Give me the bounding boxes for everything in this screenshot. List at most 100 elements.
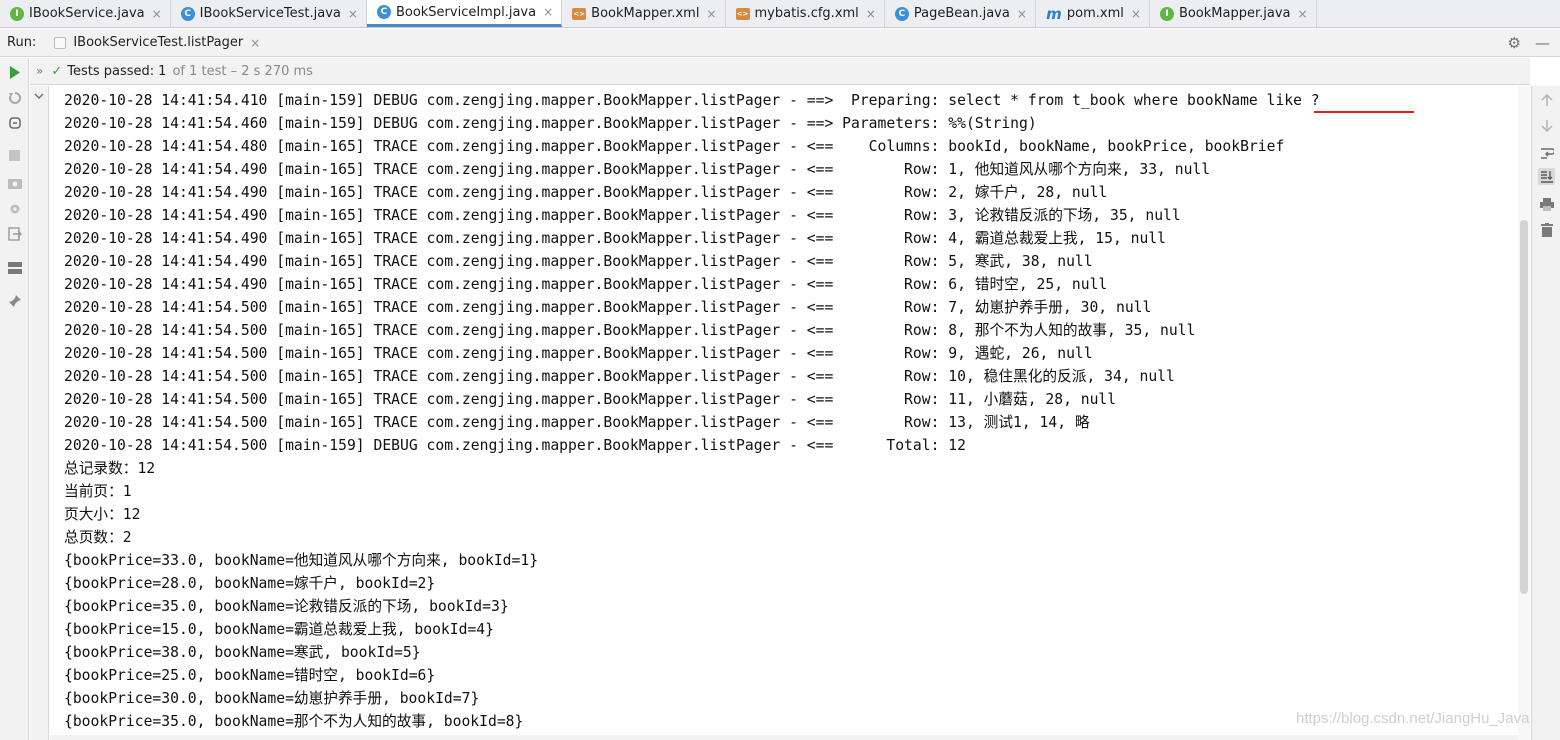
scroll-to-end-icon[interactable] (1538, 168, 1555, 185)
interface-icon: I (1159, 6, 1174, 21)
settings-icon[interactable] (6, 200, 23, 217)
console-line: 2020-10-28 14:41:54.500 [main-165] TRACE… (64, 345, 1093, 362)
console-line: {bookPrice=35.0, bookName=论救错反派的下场, book… (64, 598, 509, 615)
tab-bookserviceimpl[interactable]: C BookServiceImpl.java × (366, 0, 563, 27)
close-icon[interactable]: × (866, 7, 876, 21)
tab-label: mybatis.cfg.xml (754, 6, 859, 21)
close-icon[interactable]: × (706, 7, 716, 21)
run-left-toolbar (0, 58, 29, 740)
close-icon[interactable]: × (152, 7, 162, 21)
console-line: 2020-10-28 14:41:54.480 [main-165] TRACE… (64, 138, 1285, 155)
console-line: 2020-10-28 14:41:54.490 [main-165] TRACE… (64, 207, 1181, 224)
soft-wrap-icon[interactable] (1538, 144, 1555, 161)
console-output[interactable]: 2020-10-28 14:41:54.410 [main-159] DEBUG… (50, 86, 1530, 740)
run-label: Run: (7, 35, 37, 50)
tab-label: pom.xml (1066, 6, 1124, 21)
console-line: 2020-10-28 14:41:54.500 [main-159] DEBUG… (64, 437, 966, 454)
pin-icon[interactable] (6, 292, 23, 309)
tab-label: PageBean.java (913, 6, 1010, 21)
console-line: 2020-10-28 14:41:54.490 [main-165] TRACE… (64, 276, 1108, 293)
console-line: 2020-10-28 14:41:54.500 [main-165] TRACE… (64, 368, 1175, 385)
tab-pom[interactable]: m pom.xml × (1036, 0, 1150, 27)
class-icon: C (376, 5, 391, 19)
run-config-icon (54, 36, 67, 49)
tab-label: BookMapper.xml (591, 6, 700, 21)
rerun-failed-icon[interactable] (6, 89, 23, 106)
tab-bookmapper-xml[interactable]: <> BookMapper.xml × (562, 0, 726, 27)
check-icon: ✓ (51, 63, 63, 79)
console-line: {bookPrice=38.0, bookName=寒武, bookId=5} (64, 644, 421, 661)
tab-label: BookMapper.java (1178, 6, 1291, 21)
run-header-actions: ⚙ — (1508, 34, 1550, 52)
tab-pagebean[interactable]: C PageBean.java × (885, 0, 1036, 27)
chevron-down-icon[interactable] (34, 93, 44, 100)
maven-icon: m (1046, 4, 1062, 23)
console-line: {bookPrice=33.0, bookName=他知道风从哪个方向来, bo… (64, 552, 539, 569)
rerun-icon[interactable] (6, 64, 23, 81)
vertical-scrollbar-thumb[interactable] (1520, 220, 1528, 594)
down-arrow-icon[interactable] (1538, 117, 1555, 134)
tab-label: IBookService.java (29, 6, 145, 21)
gear-icon[interactable]: ⚙ (1508, 34, 1521, 52)
console-line: 页大小：12 (64, 506, 141, 523)
minimize-icon[interactable]: — (1535, 34, 1550, 52)
stop-icon[interactable] (6, 147, 23, 164)
console-line: {bookPrice=35.0, bookName=那个不为人知的故事, boo… (64, 713, 524, 730)
console-line: 2020-10-28 14:41:54.500 [main-165] TRACE… (64, 391, 1117, 408)
layout-icon[interactable] (6, 259, 23, 276)
console-line: 2020-10-28 14:41:54.490 [main-165] TRACE… (64, 184, 1108, 201)
tab-mybatis-cfg[interactable]: <> mybatis.cfg.xml × (726, 0, 885, 27)
xml-file-icon: <> (735, 7, 750, 20)
console-line: 2020-10-28 14:41:54.500 [main-165] TRACE… (64, 322, 1196, 339)
toggle-auto-test-icon[interactable] (6, 114, 23, 131)
tab-ibookservicetest[interactable]: C IBookServiceTest.java × (171, 0, 367, 27)
print-icon[interactable] (1538, 196, 1555, 213)
tab-label: IBookServiceTest.java (199, 6, 341, 21)
console-line: 2020-10-28 14:41:54.460 [main-159] DEBUG… (64, 115, 1037, 132)
tab-ibookservice[interactable]: I IBookService.java × (0, 0, 171, 27)
console-line: {bookPrice=30.0, bookName=幼崽护养手册, bookId… (64, 690, 480, 707)
xml-file-icon: <> (572, 7, 587, 20)
trash-icon[interactable] (1538, 221, 1555, 238)
close-icon[interactable]: × (250, 36, 260, 50)
interface-icon: I (10, 6, 24, 21)
test-class-icon: C (180, 6, 195, 21)
console-line: 总记录数：12 (64, 460, 156, 477)
test-tree-collapsed[interactable] (30, 86, 49, 740)
run-config-name: IBookServiceTest.listPager (73, 35, 244, 50)
tests-passed-label: Tests passed: (67, 63, 155, 79)
exit-icon[interactable] (6, 225, 23, 242)
horizontal-scrollbar-track[interactable] (50, 735, 1518, 740)
close-icon[interactable]: × (543, 5, 553, 19)
tests-passed-count: 1 (158, 63, 167, 79)
console-line: 2020-10-28 14:41:54.500 [main-165] TRACE… (64, 299, 1152, 316)
console-line: {bookPrice=28.0, bookName=嫁千户, bookId=2} (64, 575, 436, 592)
annotation-underline (1314, 111, 1414, 113)
screenshot-icon[interactable] (6, 174, 23, 191)
test-status-bar: » ✓ Tests passed: 1 of 1 test – 2 s 270 … (30, 58, 1530, 85)
console-line: 2020-10-28 14:41:54.500 [main-165] TRACE… (64, 414, 1090, 431)
close-icon[interactable]: × (1017, 7, 1027, 21)
editor-tab-bar: I IBookService.java × C IBookServiceTest… (0, 0, 1560, 28)
run-config-tab[interactable]: IBookServiceTest.listPager × (54, 29, 260, 57)
run-toolwindow-header: Run: IBookServiceTest.listPager × ⚙ — (0, 29, 1560, 57)
up-arrow-icon[interactable] (1538, 92, 1555, 109)
console-right-toolbar (1531, 86, 1560, 740)
console-line: 2020-10-28 14:41:54.490 [main-165] TRACE… (64, 230, 1167, 247)
console-line: {bookPrice=25.0, bookName=错时空, bookId=6} (64, 667, 436, 684)
class-icon: C (894, 6, 909, 21)
tests-total-duration: of 1 test – 2 s 270 ms (172, 63, 313, 79)
console-line: 总页数：2 (64, 529, 132, 546)
tab-label: BookServiceImpl.java (395, 4, 537, 20)
console-line: 2020-10-28 14:41:54.490 [main-165] TRACE… (64, 161, 1211, 178)
close-icon[interactable]: × (1131, 7, 1141, 21)
tab-bookmapper-java[interactable]: I BookMapper.java × (1150, 0, 1317, 27)
close-icon[interactable]: × (1298, 7, 1308, 21)
close-icon[interactable]: × (348, 7, 358, 21)
console-line: 当前页：1 (64, 483, 132, 500)
console-line: 2020-10-28 14:41:54.410 [main-159] DEBUG… (64, 92, 1320, 109)
chevron-right-icon[interactable]: » (36, 64, 43, 78)
console-line: 2020-10-28 14:41:54.490 [main-165] TRACE… (64, 253, 1093, 270)
console-line: {bookPrice=15.0, bookName=霸道总裁爱上我, bookI… (64, 621, 494, 638)
watermark: https://blog.csdn.net/JiangHu_Java (1296, 710, 1530, 727)
